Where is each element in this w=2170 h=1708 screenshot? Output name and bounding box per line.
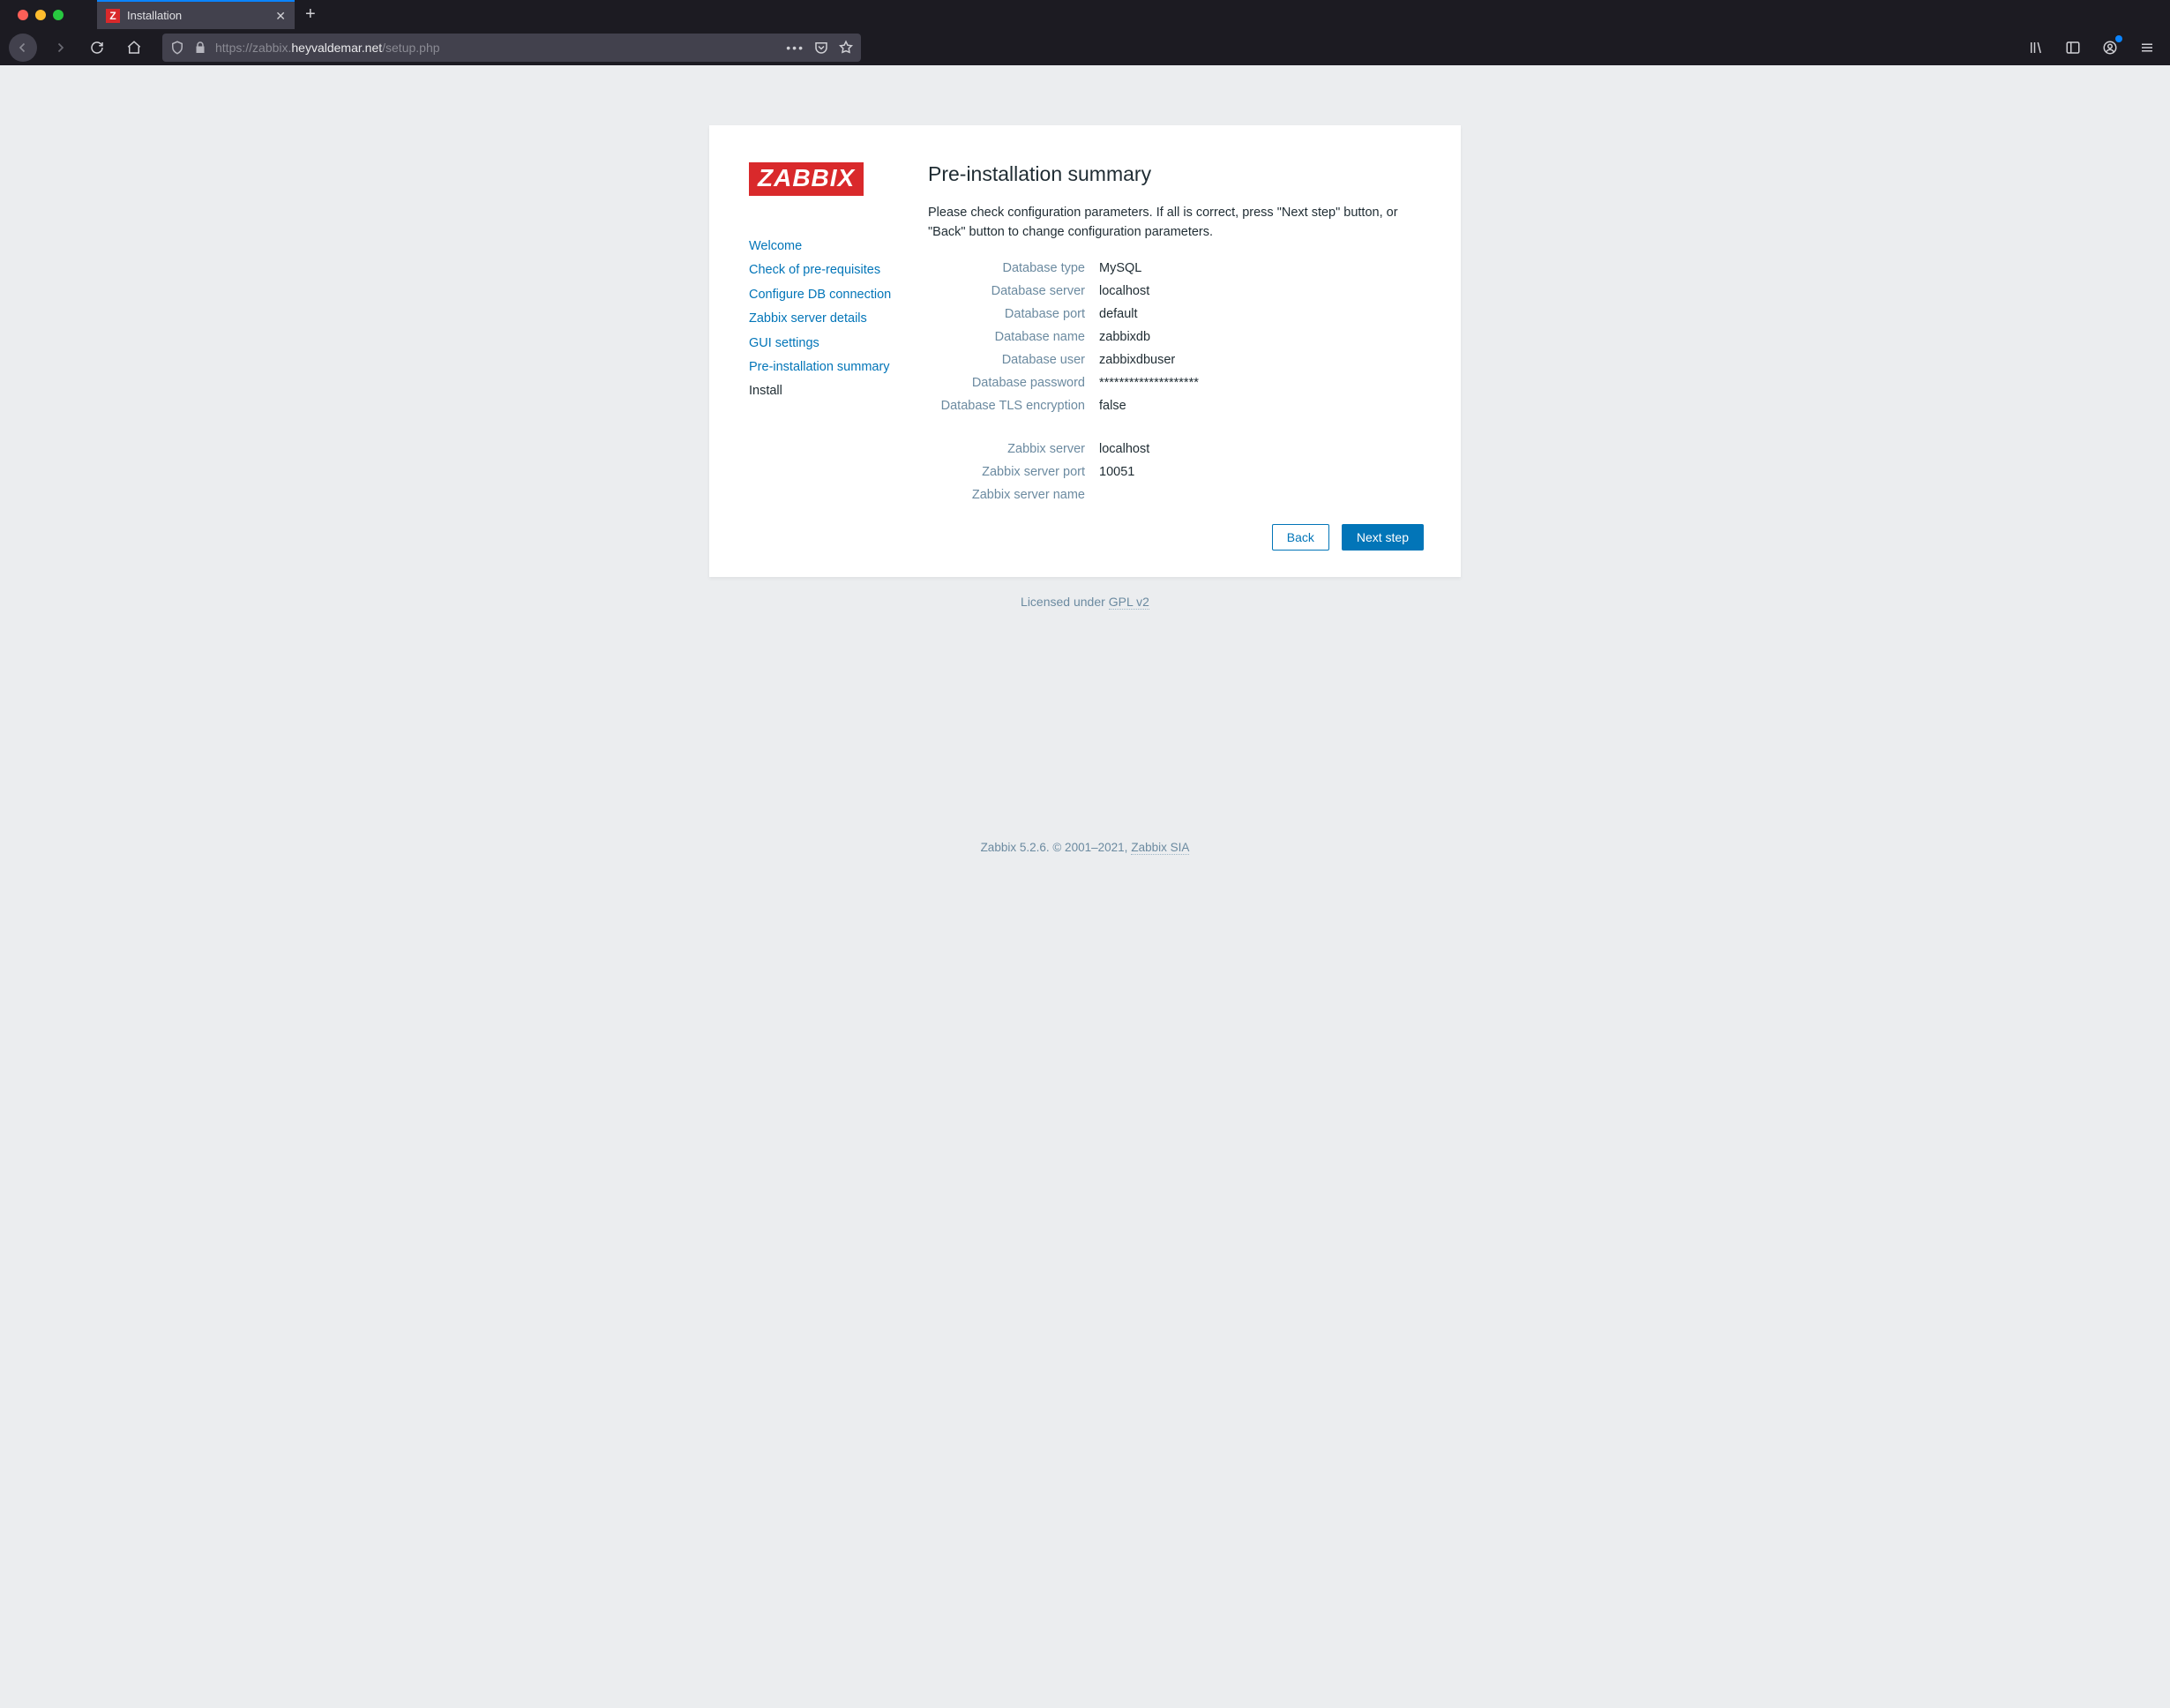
browser-tab[interactable]: Z Installation ✕: [97, 0, 295, 29]
page-actions-icon[interactable]: •••: [786, 41, 804, 55]
summary-label: Zabbix server: [928, 417, 1092, 461]
url-text: https://zabbix.heyvaldemar.net/setup.php: [215, 41, 779, 55]
summary-row: Zabbix serverlocalhost: [928, 417, 1424, 461]
summary-row: Database TLS encryptionfalse: [928, 394, 1424, 417]
summary-label: Database server: [928, 280, 1092, 303]
window-minimize-button[interactable]: [35, 10, 46, 20]
page-title: Pre-installation summary: [928, 162, 1424, 186]
tls-lock-icon[interactable]: [192, 40, 208, 56]
url-bar[interactable]: https://zabbix.heyvaldemar.net/setup.php…: [162, 34, 861, 62]
summary-value: [1092, 483, 1424, 506]
bookmark-star-icon[interactable]: [838, 40, 854, 56]
setup-step-2[interactable]: Configure DB connection: [749, 283, 928, 307]
zabbix-logo: ZABBIX: [749, 162, 864, 196]
summary-value: ********************: [1092, 371, 1424, 394]
summary-row: Zabbix server name: [928, 483, 1424, 506]
summary-value: zabbixdbuser: [1092, 348, 1424, 371]
tab-title: Installation: [127, 9, 182, 22]
setup-step-3[interactable]: Zabbix server details: [749, 307, 928, 331]
nav-reload-button[interactable]: [83, 34, 111, 62]
tab-strip: Z Installation ✕ +: [0, 0, 2170, 29]
tab-close-button[interactable]: ✕: [275, 10, 286, 22]
summary-value: zabbixdb: [1092, 326, 1424, 348]
intro-text: Please check configuration parameters. I…: [928, 204, 1424, 243]
summary-value: localhost: [1092, 280, 1424, 303]
summary-row: Database userzabbixdbuser: [928, 348, 1424, 371]
summary-label: Database TLS encryption: [928, 394, 1092, 417]
summary-row: Database password********************: [928, 371, 1424, 394]
pocket-icon[interactable]: [813, 40, 829, 56]
notification-dot: [2115, 35, 2122, 42]
back-button[interactable]: Back: [1272, 524, 1329, 551]
summary-label: Zabbix server name: [928, 483, 1092, 506]
summary-label: Database type: [928, 257, 1092, 280]
tracking-shield-icon[interactable]: [169, 40, 185, 56]
summary-value: 10051: [1092, 461, 1424, 483]
footer-link[interactable]: Zabbix SIA: [1131, 841, 1189, 855]
summary-label: Database user: [928, 348, 1092, 371]
footer-line: Zabbix 5.2.6. © 2001–2021, Zabbix SIA: [981, 841, 1190, 855]
tab-favicon: Z: [106, 9, 120, 23]
window-close-button[interactable]: [18, 10, 28, 20]
toolbar-right: [2022, 34, 2161, 62]
app-menu-icon[interactable]: [2133, 34, 2161, 62]
next-step-button[interactable]: Next step: [1342, 524, 1424, 551]
window-controls: [9, 0, 72, 29]
summary-label: Database name: [928, 326, 1092, 348]
browser-toolbar: https://zabbix.heyvaldemar.net/setup.php…: [0, 29, 2170, 65]
summary-table: Database typeMySQLDatabase serverlocalho…: [928, 257, 1424, 506]
setup-step-5[interactable]: Pre-installation summary: [749, 356, 928, 379]
setup-card: ZABBIX WelcomeCheck of pre-requisitesCon…: [709, 125, 1461, 577]
setup-steps-list: WelcomeCheck of pre-requisitesConfigure …: [749, 235, 928, 404]
summary-value: false: [1092, 394, 1424, 417]
setup-step-6: Install: [749, 379, 928, 403]
page-body: ZABBIX WelcomeCheck of pre-requisitesCon…: [0, 65, 2170, 1708]
summary-label: Database port: [928, 303, 1092, 326]
summary-row: Database serverlocalhost: [928, 280, 1424, 303]
license-text: Licensed under: [1021, 595, 1105, 610]
account-icon[interactable]: [2096, 34, 2124, 62]
summary-label: Zabbix server port: [928, 461, 1092, 483]
footer-text: Zabbix 5.2.6. © 2001–2021,: [981, 841, 1128, 855]
setup-main: Pre-installation summary Please check co…: [928, 125, 1461, 577]
nav-back-button[interactable]: [9, 34, 37, 62]
summary-value: localhost: [1092, 417, 1424, 461]
wizard-actions: Back Next step: [928, 524, 1424, 551]
nav-forward-button: [46, 34, 74, 62]
sidebar-icon[interactable]: [2059, 34, 2087, 62]
license-line: Licensed under GPL v2: [1021, 595, 1149, 610]
summary-row: Database namezabbixdb: [928, 326, 1424, 348]
new-tab-button[interactable]: +: [295, 0, 326, 29]
summary-row: Database portdefault: [928, 303, 1424, 326]
summary-value: default: [1092, 303, 1424, 326]
setup-step-0[interactable]: Welcome: [749, 235, 928, 258]
summary-label: Database password: [928, 371, 1092, 394]
window-maximize-button[interactable]: [53, 10, 64, 20]
library-icon[interactable]: [2022, 34, 2050, 62]
browser-chrome: Z Installation ✕ + https://zabbix.hey: [0, 0, 2170, 65]
license-link[interactable]: GPL v2: [1109, 595, 1149, 610]
setup-sidebar: ZABBIX WelcomeCheck of pre-requisitesCon…: [709, 125, 928, 577]
summary-value: MySQL: [1092, 257, 1424, 280]
nav-home-button[interactable]: [120, 34, 148, 62]
setup-step-4[interactable]: GUI settings: [749, 332, 928, 356]
setup-step-1[interactable]: Check of pre-requisites: [749, 258, 928, 282]
summary-row: Zabbix server port10051: [928, 461, 1424, 483]
summary-row: Database typeMySQL: [928, 257, 1424, 280]
